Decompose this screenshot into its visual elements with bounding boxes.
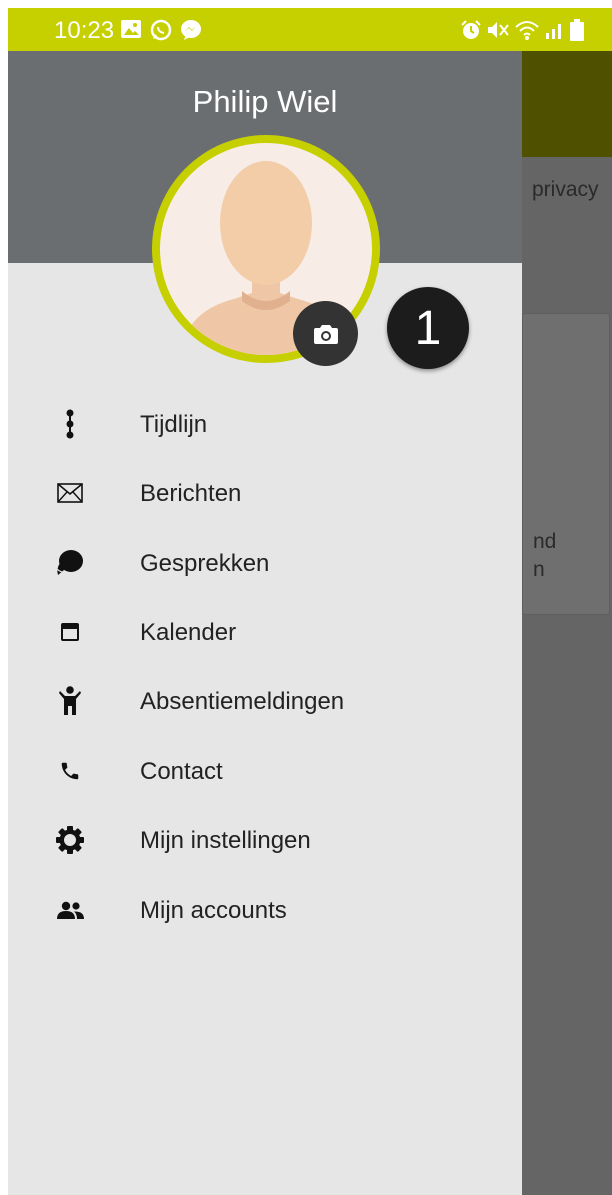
menu-item-label: Tijdlijn — [140, 411, 208, 438]
menu-item-label: Mijn instellingen — [140, 827, 311, 854]
menu-item-label: Kalender — [140, 619, 237, 646]
envelope-icon — [52, 475, 88, 511]
menu-item-mijn-instellingen[interactable]: Mijn instellingen — [8, 810, 522, 870]
alarm-icon — [461, 20, 481, 39]
gallery-icon — [121, 20, 141, 38]
battery-icon — [570, 19, 584, 41]
messenger-icon — [181, 20, 201, 40]
timeline-icon — [52, 406, 88, 442]
child-icon — [52, 683, 88, 719]
navigation-drawer: Philip Wiel 1 Tijdlijn Berichten Gesprek… — [8, 51, 522, 1195]
people-icon — [52, 892, 88, 928]
status-bar: 10:23 — [8, 8, 612, 51]
menu-item-label: Gesprekken — [140, 550, 270, 577]
mute-icon — [488, 22, 509, 38]
menu-item-label: Mijn accounts — [140, 897, 287, 924]
menu-item-absentiemeldingen[interactable]: Absentiemeldingen — [8, 671, 522, 731]
user-name: Philip Wiel — [192, 84, 338, 119]
menu-item-mijn-accounts[interactable]: Mijn accounts — [8, 880, 522, 940]
camera-icon — [313, 324, 338, 344]
menu-item-label: Berichten — [140, 480, 242, 507]
status-time: 10:23 — [54, 17, 115, 44]
drawer-scrim[interactable] — [522, 51, 612, 1195]
step-number-badge: 1 — [387, 287, 469, 369]
menu-item-gesprekken[interactable]: Gesprekken — [8, 533, 522, 593]
chat-bubbles-icon — [52, 545, 88, 581]
phone-icon — [52, 753, 88, 789]
menu-item-label: Contact — [140, 758, 223, 785]
calendar-icon — [52, 614, 88, 650]
menu-item-contact[interactable]: Contact — [8, 741, 522, 801]
menu-item-kalender[interactable]: Kalender — [8, 602, 522, 662]
wifi-icon — [515, 21, 539, 40]
menu-item-berichten[interactable]: Berichten — [8, 463, 522, 523]
app-screen: privacy nd n 10:23 Philip Wiel 1 Tijdlij… — [8, 8, 612, 1195]
whatsapp-icon — [150, 19, 172, 41]
menu-item-label: Absentiemeldingen — [140, 688, 345, 715]
gear-icon — [52, 822, 88, 858]
menu-item-tijdlijn[interactable]: Tijdlijn — [8, 394, 522, 454]
signal-icon — [546, 24, 561, 39]
change-photo-button[interactable] — [293, 301, 358, 366]
